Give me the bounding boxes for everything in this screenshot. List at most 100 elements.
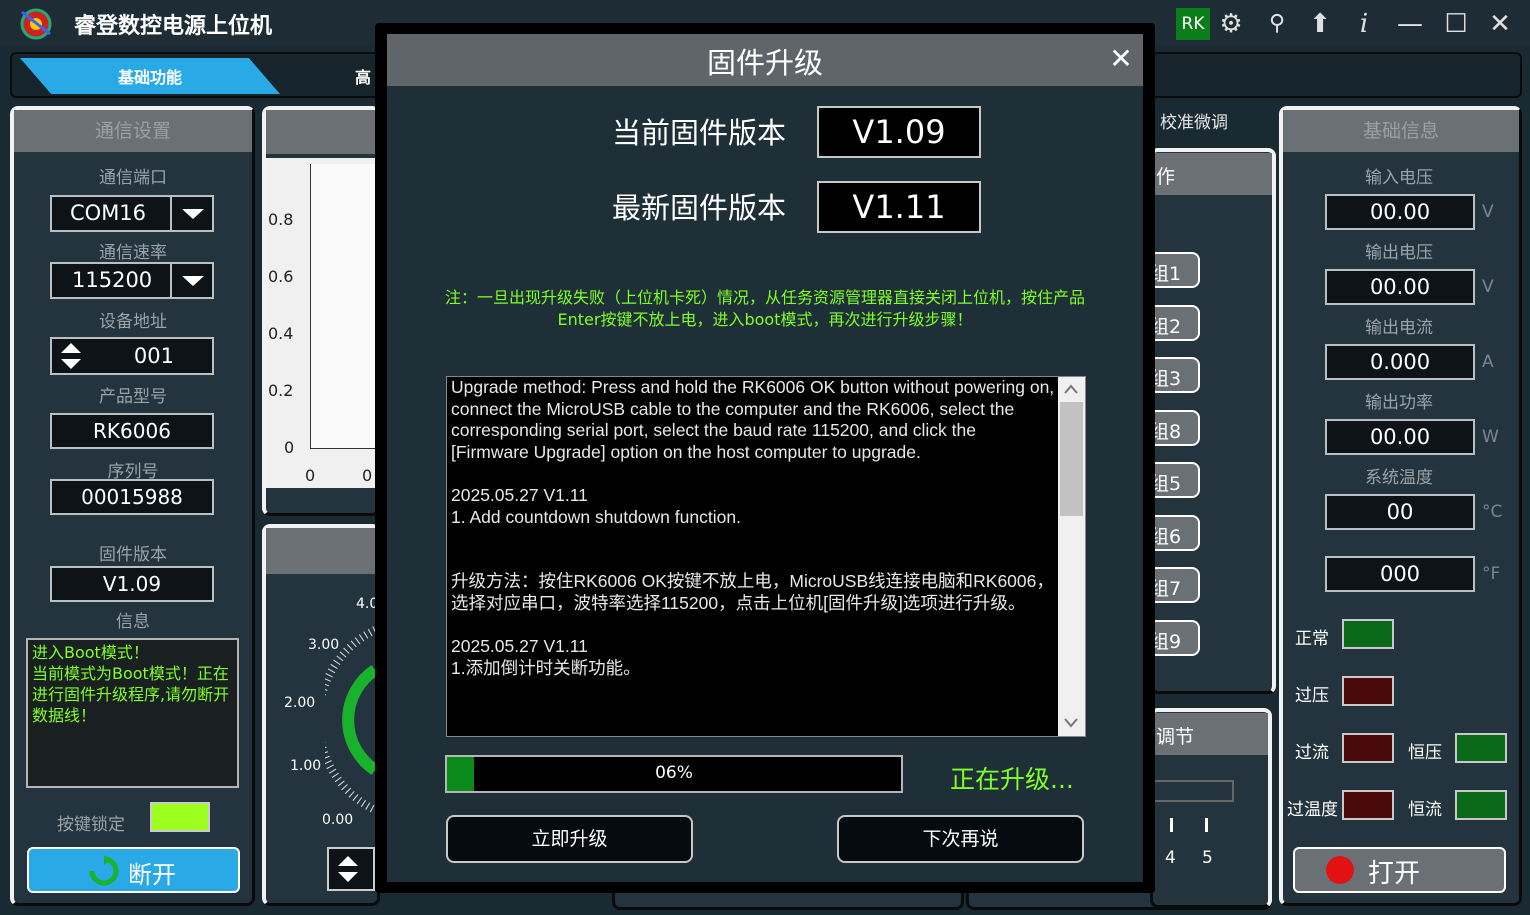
keylock-label: 按键锁定 xyxy=(57,815,125,835)
output-voltage-label: 输出电压 xyxy=(1365,243,1433,263)
status-cc-label: 恒流 xyxy=(1408,800,1442,820)
app-title: 睿登数控电源上位机 xyxy=(74,14,273,39)
addr-label: 设备地址 xyxy=(99,312,167,332)
operation-header-label: 作 xyxy=(1156,166,1176,188)
group-button[interactable]: 组3 xyxy=(1148,357,1200,393)
output-power-value: 00.00 xyxy=(1325,419,1475,455)
status-normal-led xyxy=(1342,619,1394,649)
chart-header xyxy=(266,110,378,154)
chevron-down-icon[interactable] xyxy=(1063,716,1079,730)
gauge-tick: 1.00 xyxy=(290,758,322,774)
x-tick: 0 xyxy=(362,466,373,485)
fw-label: 固件版本 xyxy=(99,545,167,565)
status-ocp-label: 过流 xyxy=(1295,743,1329,763)
maximize-icon[interactable]: ☐ xyxy=(1439,7,1473,41)
group-button[interactable]: 组7 xyxy=(1148,567,1200,603)
latest-version-value: V1.11 xyxy=(817,181,981,233)
input-voltage-unit: V xyxy=(1482,202,1494,222)
output-voltage-value: 00.00 xyxy=(1325,269,1475,305)
later-button[interactable]: 下次再说 xyxy=(837,815,1084,863)
spin-arrows-icon[interactable] xyxy=(335,853,361,885)
current-version-value: V1.09 xyxy=(817,106,981,158)
fw-field: V1.09 xyxy=(50,566,214,602)
refresh-icon xyxy=(89,855,119,886)
gauge-tick: 2.00 xyxy=(284,695,316,711)
status-ovp-label: 过压 xyxy=(1295,686,1329,706)
status-cv-label: 恒压 xyxy=(1408,743,1442,763)
gear-icon[interactable]: ⚙ xyxy=(1214,7,1248,41)
slider-tick xyxy=(1170,818,1173,832)
rk-badge-button[interactable]: RK xyxy=(1176,8,1210,40)
output-current-value: 0.000 xyxy=(1325,344,1475,380)
status-ocp-led xyxy=(1342,733,1394,763)
info-label: 信息 xyxy=(116,612,150,632)
tab-advanced-label[interactable]: 高 xyxy=(355,64,371,88)
system-temp-label: 系统温度 xyxy=(1365,468,1433,488)
input-voltage-label: 输入电压 xyxy=(1365,168,1433,188)
addr-value: 001 xyxy=(133,344,174,368)
x-tick: 0 xyxy=(305,466,316,485)
output-power-label: 输出功率 xyxy=(1365,393,1433,413)
spin-arrows-icon[interactable] xyxy=(58,341,84,371)
upgrade-status: 正在升级... xyxy=(950,765,1074,794)
temp-fahrenheit-value: 000 xyxy=(1325,556,1475,592)
minimize-icon[interactable]: — xyxy=(1393,7,1427,41)
language-icon[interactable]: ⚲ xyxy=(1260,7,1294,41)
y-tick: 0.4 xyxy=(268,324,294,343)
basic-info-header: 基础信息 xyxy=(1283,110,1519,152)
latest-version-label: 最新固件版本 xyxy=(612,191,787,225)
gauge-header xyxy=(266,528,378,574)
gauge-dial xyxy=(325,626,377,814)
info-icon[interactable]: i xyxy=(1347,7,1381,41)
y-tick: 0.8 xyxy=(268,210,294,229)
y-tick: 0.2 xyxy=(268,381,294,400)
model-label: 产品型号 xyxy=(99,387,167,407)
slider-tick-label: 5 xyxy=(1202,848,1213,868)
tab-calibration[interactable]: 校准微调 xyxy=(1160,108,1228,133)
output-current-label: 输出电流 xyxy=(1365,318,1433,338)
input-voltage-value: 00.00 xyxy=(1325,194,1475,230)
status-normal-label: 正常 xyxy=(1295,629,1329,649)
dialog-title: 固件升级 xyxy=(706,46,823,80)
scrollbar-thumb[interactable] xyxy=(1060,402,1083,516)
output-voltage-unit: V xyxy=(1482,277,1494,297)
group-button[interactable]: 组2 xyxy=(1148,305,1200,341)
adjust-slider[interactable] xyxy=(1150,780,1234,802)
status-otp-label: 过温度 xyxy=(1287,800,1338,820)
keylock-indicator[interactable] xyxy=(150,802,210,832)
temp-celsius-value: 00 xyxy=(1325,494,1475,530)
adjust-header-label: 调节 xyxy=(1156,726,1195,748)
output-current-unit: A xyxy=(1482,352,1494,372)
group-button[interactable]: 组9 xyxy=(1148,620,1200,656)
group-button[interactable]: 组5 xyxy=(1148,462,1200,498)
progress-text: 06% xyxy=(655,763,693,783)
model-field: RK6006 xyxy=(50,413,214,449)
open-output-label: 打开 xyxy=(1368,859,1421,889)
port-label: 通信端口 xyxy=(99,168,167,188)
status-cc-led xyxy=(1455,790,1507,820)
chevron-down-icon[interactable] xyxy=(170,264,212,297)
slider-tick xyxy=(1205,818,1208,832)
tab-basic-label: 基础功能 xyxy=(117,68,182,87)
group-button[interactable]: 组6 xyxy=(1148,515,1200,551)
changelog-text: Upgrade method: Press and hold the RK600… xyxy=(451,377,1055,678)
y-tick: 0 xyxy=(284,438,295,457)
plot-frame xyxy=(310,164,380,449)
close-icon[interactable]: ✕ xyxy=(1106,44,1136,74)
chevron-up-icon[interactable] xyxy=(1063,382,1079,396)
upgrade-now-button[interactable]: 立即升级 xyxy=(446,815,693,863)
temp-celsius-unit: °C xyxy=(1482,502,1503,522)
slider-tick-label: 4 xyxy=(1165,848,1176,868)
y-tick: 0.6 xyxy=(268,267,294,286)
app-logo-icon xyxy=(20,8,52,40)
output-power-unit: W xyxy=(1482,427,1499,447)
close-icon[interactable]: ✕ xyxy=(1483,7,1517,41)
info-log: 进入Boot模式！ 当前模式为Boot模式！正在进行固件升级程序,请勿断开数据线… xyxy=(26,638,239,788)
group-button[interactable]: 组1 xyxy=(1148,252,1200,288)
red-dot-icon xyxy=(1326,856,1354,884)
chevron-down-icon[interactable] xyxy=(170,197,212,230)
upload-arrow-icon[interactable]: ⬆ xyxy=(1303,7,1337,41)
group-button[interactable]: 组8 xyxy=(1148,410,1200,446)
serial-field: 00015988 xyxy=(50,479,214,515)
current-version-label: 当前固件版本 xyxy=(612,116,787,150)
